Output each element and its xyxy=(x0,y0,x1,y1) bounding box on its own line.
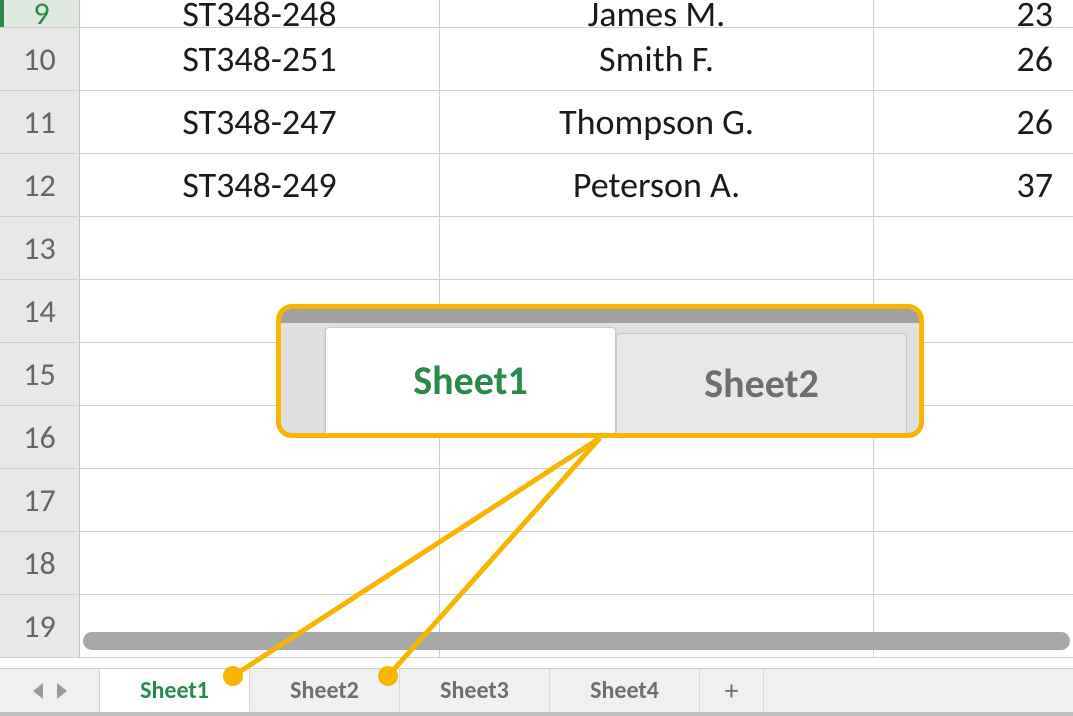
sheet-tab-sheet1[interactable]: Sheet1 xyxy=(100,669,250,713)
row-header[interactable]: 14 xyxy=(0,280,80,342)
cell[interactable]: Smith F. xyxy=(440,28,874,90)
row-header[interactable]: 16 xyxy=(0,406,80,468)
plus-icon: + xyxy=(725,673,739,708)
row-header[interactable]: 10 xyxy=(0,28,80,90)
cell[interactable]: ST348-247 xyxy=(80,91,440,153)
callout-tab-sheet1: Sheet1 xyxy=(325,327,616,433)
cell[interactable] xyxy=(80,217,440,279)
row-header[interactable]: 12 xyxy=(0,154,80,216)
cell[interactable]: Peterson A. xyxy=(440,154,874,216)
grid-row: 11 ST348-247 Thompson G. 26 xyxy=(0,91,1073,154)
callout-scroll-strip xyxy=(281,309,919,323)
cell[interactable]: 26 xyxy=(874,28,1073,90)
cell[interactable] xyxy=(440,532,874,594)
row-header[interactable]: 13 xyxy=(0,217,80,279)
grid-row: 18 xyxy=(0,532,1073,595)
cell[interactable]: ST348-249 xyxy=(80,154,440,216)
horizontal-scrollbar[interactable] xyxy=(80,630,1073,652)
cell[interactable]: ST348-251 xyxy=(80,28,440,90)
cell[interactable] xyxy=(874,532,1073,594)
row-header[interactable]: 11 xyxy=(0,91,80,153)
grid-row: 12 ST348-249 Peterson A. 37 xyxy=(0,154,1073,217)
cell[interactable] xyxy=(874,217,1073,279)
sheet-tab-sheet3[interactable]: Sheet3 xyxy=(400,669,550,712)
sheet-tab-sheet2[interactable]: Sheet2 xyxy=(250,669,400,712)
sheet-tab-bar: Sheet1 Sheet2 Sheet3 Sheet4 + xyxy=(0,668,1073,712)
zoom-callout: Sheet1 Sheet2 xyxy=(276,304,924,438)
grid-row: 9 ST348-248 James M. 23 xyxy=(0,0,1073,28)
row-header[interactable]: 18 xyxy=(0,532,80,594)
scrollbar-thumb[interactable] xyxy=(83,632,1070,650)
status-strip xyxy=(0,712,1073,716)
cell[interactable]: 26 xyxy=(874,91,1073,153)
cell[interactable] xyxy=(440,469,874,531)
sheet-tab-sheet4[interactable]: Sheet4 xyxy=(550,669,700,712)
row-header[interactable]: 19 xyxy=(0,595,80,657)
cell[interactable]: ST348-248 xyxy=(80,0,440,27)
tab-nav-arrows[interactable] xyxy=(0,669,100,712)
grid-row: 10 ST348-251 Smith F. 26 xyxy=(0,28,1073,91)
row-header[interactable]: 9 xyxy=(0,0,80,27)
add-sheet-button[interactable]: + xyxy=(700,669,764,712)
cell[interactable] xyxy=(874,469,1073,531)
row-header[interactable]: 15 xyxy=(0,343,80,405)
cell[interactable]: 37 xyxy=(874,154,1073,216)
chevron-right-icon[interactable] xyxy=(57,683,67,699)
grid-row: 13 xyxy=(0,217,1073,280)
row-header[interactable]: 17 xyxy=(0,469,80,531)
grid-row: 17 xyxy=(0,469,1073,532)
cell[interactable]: Thompson G. xyxy=(440,91,874,153)
callout-tab-sheet2: Sheet2 xyxy=(616,333,907,433)
cell[interactable]: James M. xyxy=(440,0,874,27)
cell[interactable] xyxy=(80,469,440,531)
cell[interactable]: 23 xyxy=(874,0,1073,27)
cell[interactable] xyxy=(440,217,874,279)
cell[interactable] xyxy=(80,532,440,594)
chevron-left-icon[interactable] xyxy=(33,683,43,699)
